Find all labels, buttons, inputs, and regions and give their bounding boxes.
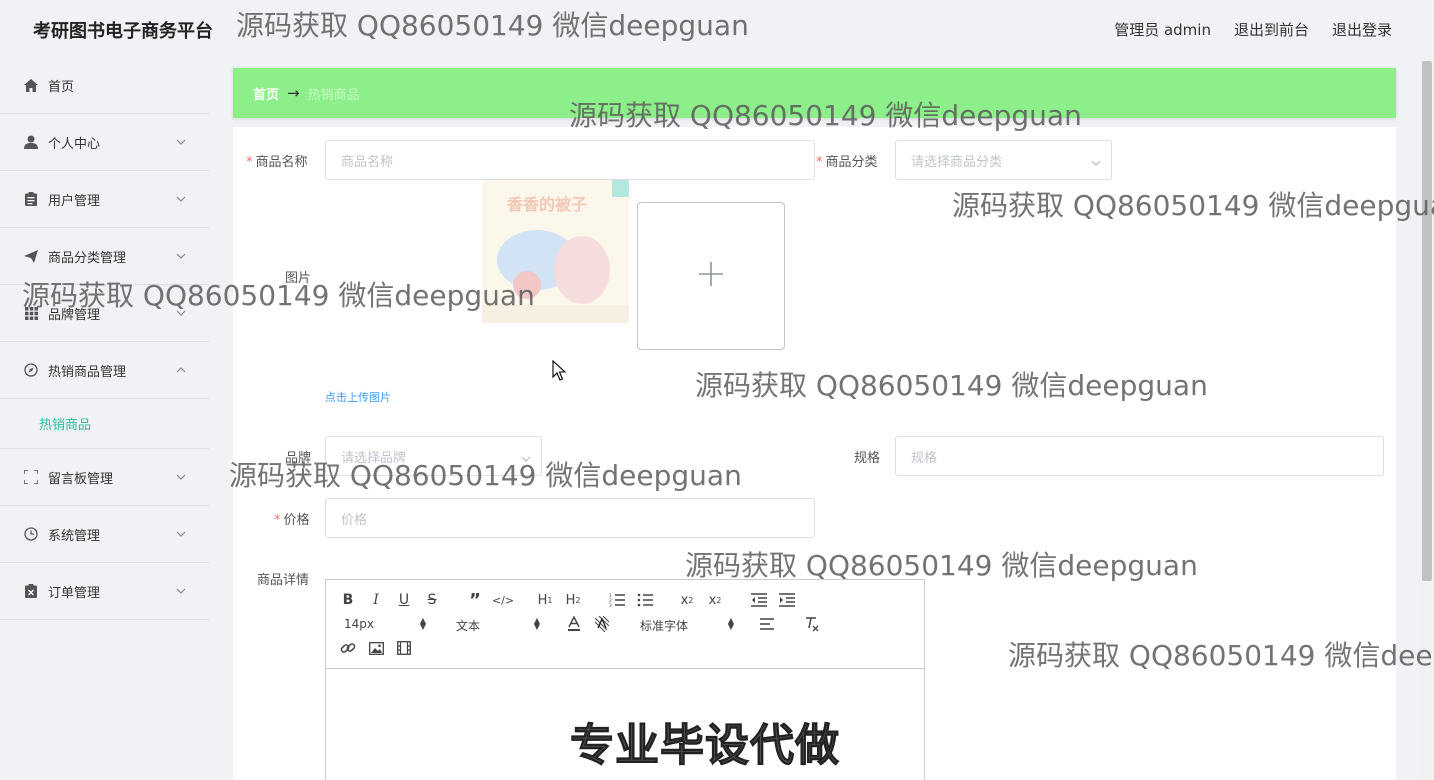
image-icon[interactable] (367, 639, 385, 657)
outdent-icon[interactable] (750, 591, 768, 609)
exit-to-front-link[interactable]: 退出到前台 (1234, 19, 1309, 40)
heading-2-icon[interactable]: H2 (564, 591, 582, 609)
strikethrough-icon[interactable]: S (423, 591, 441, 609)
chevron-down-icon (175, 307, 187, 319)
font-color-icon[interactable] (565, 615, 583, 633)
brand-select[interactable]: 请选择品牌 (325, 436, 542, 476)
sidebar-item-label: 品牌管理 (48, 307, 101, 323)
block-type-select[interactable]: 文本 ▲ ▼ (456, 617, 540, 634)
page-scrollbar[interactable] (1420, 57, 1434, 780)
rich-text-editor: B I U S ” </> H1 H2 123 x2 x2 14px ▲ ▼ 文本 ▲… (325, 579, 925, 780)
chevron-down-icon (175, 528, 187, 540)
sidebar-item-messages[interactable]: 留言板管理 (0, 449, 209, 506)
breadcrumb-current: 热销商品 (307, 87, 360, 103)
grid-icon (22, 304, 40, 322)
bullet-list-icon[interactable] (636, 591, 654, 609)
sidebar-item-label: 系统管理 (48, 528, 101, 544)
name-input[interactable]: 商品名称 (325, 140, 815, 180)
underline-icon[interactable]: U (395, 591, 413, 609)
chevron-down-icon (1091, 155, 1101, 170)
editor-content[interactable]: 专业毕设代做 (326, 669, 924, 780)
editor-content-text: 专业毕设代做 (570, 720, 840, 772)
detail-label: 商品详情 (257, 573, 310, 588)
indent-icon[interactable] (778, 591, 796, 609)
bold-icon[interactable]: B (339, 591, 357, 609)
top-links: 管理员 admin 退出到前台 退出登录 (1114, 19, 1392, 40)
spec-label: 规格 (854, 451, 881, 466)
sidebar-item-orders[interactable]: 订单管理 (0, 563, 209, 620)
category-select[interactable]: 请选择商品分类 (895, 140, 1112, 180)
chevron-down-icon (175, 471, 187, 483)
svg-text:3: 3 (609, 603, 612, 607)
heading-1-icon[interactable]: H1 (536, 591, 554, 609)
document-icon (22, 582, 40, 600)
chevron-down-icon (175, 136, 187, 148)
breadcrumb-home[interactable]: 首页 (253, 84, 279, 103)
uploaded-image-thumbnail[interactable]: 香香的被子 (482, 180, 629, 323)
compass-icon (22, 361, 40, 379)
sidebar-item-label: 首页 (48, 79, 75, 95)
chevron-down-icon (175, 193, 187, 205)
sidebar-item-home[interactable]: 首页 (0, 57, 209, 114)
plus-icon (698, 261, 724, 291)
mouse-cursor-icon (552, 359, 567, 385)
clock-icon (22, 525, 40, 543)
sidebar-item-brand[interactable]: 品牌管理 (0, 285, 209, 342)
chevron-down-icon (175, 250, 187, 262)
name-label: * 商品名称 (246, 155, 308, 170)
sidebar-item-system[interactable]: 系统管理 (0, 506, 209, 563)
breadcrumb-separator: → (287, 84, 300, 102)
sidebar-item-profile[interactable]: 个人中心 (0, 114, 209, 171)
sidebar-item-category[interactable]: 商品分类管理 (0, 228, 209, 285)
chevron-up-icon (175, 364, 187, 376)
align-left-icon[interactable] (759, 615, 777, 633)
clipboard-icon (22, 190, 40, 208)
background-color-icon[interactable] (593, 615, 611, 633)
clear-format-icon[interactable] (803, 615, 821, 633)
app-title: 考研图书电子商务平台 (33, 21, 213, 42)
sidebar-item-label: 个人中心 (48, 136, 101, 152)
price-label: * 价格 (274, 513, 310, 528)
italic-icon[interactable]: I (367, 591, 385, 609)
sidebar-item-label: 用户管理 (48, 193, 101, 209)
top-bar: 考研图书电子商务平台 管理员 admin 退出到前台 退出登录 (0, 0, 1434, 57)
price-input[interactable]: 价格 (325, 498, 815, 538)
upload-image-link[interactable]: 点击上传图片 (325, 389, 391, 405)
sidebar: 首页 个人中心 用户管理 商品分类管理 品牌管理 热销商品管理 热销商品 留言板… (0, 57, 209, 780)
sidebar-item-hot-products[interactable]: 热销商品管理 (0, 342, 209, 399)
user-icon (22, 133, 40, 151)
sidebar-item-users[interactable]: 用户管理 (0, 171, 209, 228)
home-icon (22, 76, 40, 94)
admin-user-link[interactable]: 管理员 admin (1114, 19, 1211, 40)
spec-input[interactable]: 规格 (895, 436, 1384, 476)
sidebar-subitem-hot-products[interactable]: 热销商品 (0, 399, 209, 449)
font-family-select[interactable]: 标准字体 ▲ ▼ (640, 617, 734, 634)
superscript-icon[interactable]: x2 (706, 591, 724, 609)
breadcrumb: 首页 → 热销商品 (233, 68, 1396, 118)
chevron-down-icon (175, 585, 187, 597)
scrollbar-thumb[interactable] (1422, 61, 1432, 581)
subscript-icon[interactable]: x2 (678, 591, 696, 609)
sidebar-item-label: 热销商品管理 (48, 364, 127, 380)
category-label: * 商品分类 (816, 155, 878, 170)
font-size-select[interactable]: 14px ▲ ▼ (344, 617, 426, 632)
svg-text:香香的被子: 香香的被子 (506, 195, 587, 214)
send-icon (22, 247, 40, 265)
ordered-list-icon[interactable]: 123 (608, 591, 626, 609)
video-icon[interactable] (395, 639, 413, 657)
editor-toolbar: B I U S ” </> H1 H2 123 x2 x2 14px ▲ ▼ 文本 ▲… (326, 580, 924, 669)
chevron-down-icon (521, 451, 531, 466)
sidebar-item-label: 商品分类管理 (48, 250, 127, 266)
sidebar-item-label: 订单管理 (48, 585, 101, 601)
link-icon[interactable] (339, 639, 357, 657)
image-label: 图片 (285, 271, 312, 286)
logout-link[interactable]: 退出登录 (1332, 19, 1392, 40)
fullscreen-icon (22, 468, 40, 486)
blockquote-icon[interactable]: ” (466, 590, 484, 611)
sidebar-item-label: 留言板管理 (48, 471, 114, 487)
code-block-icon[interactable]: </> (492, 591, 514, 609)
image-upload-button[interactable] (637, 202, 785, 350)
brand-label: 品牌 (285, 451, 312, 466)
